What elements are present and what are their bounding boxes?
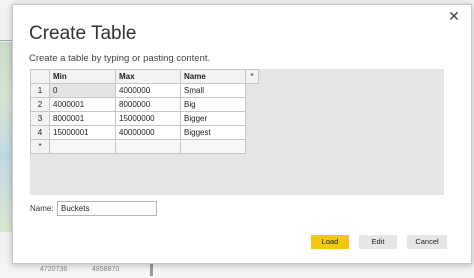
background-divider <box>0 40 12 41</box>
row-filler <box>245 83 259 98</box>
new-cell-max[interactable] <box>115 139 181 154</box>
row-filler <box>245 125 259 140</box>
load-button[interactable]: Load <box>311 235 349 249</box>
table-name-input[interactable] <box>57 201 157 216</box>
column-header-name[interactable]: Name <box>180 69 246 84</box>
new-cell-name[interactable] <box>180 139 246 154</box>
add-column-button[interactable]: * <box>245 69 259 84</box>
cell-name[interactable]: Big <box>180 97 246 112</box>
grid-corner <box>30 69 50 84</box>
cell-max[interactable]: 15000000 <box>115 111 181 126</box>
cell-min[interactable]: 15000001 <box>49 125 116 140</box>
background-scrollbar[interactable] <box>150 262 153 276</box>
background-table-strip <box>0 262 160 278</box>
row-filler <box>245 139 259 154</box>
cell-min[interactable]: 8000001 <box>49 111 116 126</box>
edit-button[interactable]: Edit <box>359 235 397 249</box>
background-value-left: 4720736 <box>40 266 68 273</box>
row-number: 4 <box>30 125 50 140</box>
data-grid: Min Max Name * 1 0 4000000 Small 2 40000… <box>30 69 259 154</box>
cell-name[interactable]: Small <box>180 83 246 98</box>
cell-min[interactable]: 4000001 <box>49 97 116 112</box>
name-label: Name: <box>30 204 54 213</box>
dialog-subtitle: Create a table by typing or pasting cont… <box>29 53 211 64</box>
cancel-button[interactable]: Cancel <box>407 235 447 249</box>
background-value-right: 4858870 <box>92 266 120 273</box>
table-row: 3 8000001 15000000 Bigger <box>30 111 259 126</box>
header-row: Min Max Name * <box>30 69 259 84</box>
table-row: 1 0 4000000 Small <box>30 83 259 98</box>
row-number: 1 <box>30 83 50 98</box>
row-number: 2 <box>30 97 50 112</box>
new-row: * <box>30 139 259 154</box>
column-header-max[interactable]: Max <box>115 69 181 84</box>
close-icon[interactable]: ✕ <box>447 9 461 23</box>
table-row: 2 4000001 8000000 Big <box>30 97 259 112</box>
add-row-button[interactable]: * <box>30 139 50 154</box>
new-cell-min[interactable] <box>49 139 116 154</box>
row-number: 3 <box>30 111 50 126</box>
cell-name[interactable]: Biggest <box>180 125 246 140</box>
row-filler <box>245 97 259 112</box>
cell-name[interactable]: Bigger <box>180 111 246 126</box>
background-map-visual <box>0 42 12 232</box>
table-row: 4 15000001 40000000 Biggest <box>30 125 259 140</box>
cell-max[interactable]: 4000000 <box>115 83 181 98</box>
cell-min[interactable]: 0 <box>49 83 116 98</box>
create-table-dialog: ✕ Create Table Create a table by typing … <box>12 4 472 264</box>
column-header-min[interactable]: Min <box>49 69 116 84</box>
cell-max[interactable]: 8000000 <box>115 97 181 112</box>
dialog-title: Create Table <box>29 23 137 44</box>
cell-max[interactable]: 40000000 <box>115 125 181 140</box>
row-filler <box>245 111 259 126</box>
table-editor-area[interactable]: Min Max Name * 1 0 4000000 Small 2 40000… <box>30 69 444 195</box>
